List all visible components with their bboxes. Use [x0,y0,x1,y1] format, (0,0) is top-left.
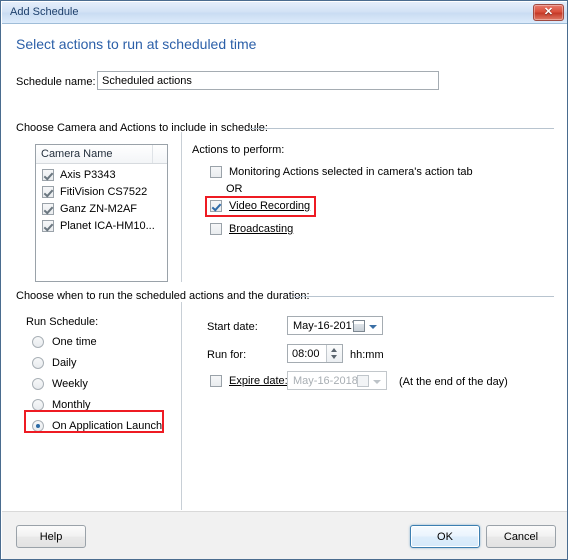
stepper-down-icon[interactable] [331,355,337,359]
camera-checkbox[interactable] [42,219,54,232]
radio-label: Weekly [52,378,88,390]
list-item[interactable]: Axis P3343 [36,166,167,183]
list-item[interactable]: Ganz ZN-M2AF [36,200,167,217]
schedule-options-separator [181,302,182,510]
expire-date-picker[interactable]: May-16-2018 [287,371,387,390]
start-date-label: Start date: [207,321,258,333]
list-item-label: Axis P3343 [60,168,116,181]
list-item[interactable]: FitiVision CS7522 [36,183,167,200]
radio-label: Daily [52,357,77,369]
title-bar: Add Schedule ✕ [2,2,567,24]
close-button[interactable]: ✕ [533,4,564,21]
broadcasting-checkbox[interactable] [210,223,222,235]
radio-on-application-launch[interactable]: On Application Launch [32,418,162,434]
run-for-stepper[interactable]: 08:00 [287,344,343,363]
camera-group-divider [248,128,554,129]
schedule-name-input[interactable] [97,71,439,90]
start-date-picker[interactable]: May-16-2017 [287,316,383,335]
expire-date-checkbox[interactable] [210,375,222,387]
close-icon: ✕ [543,6,554,18]
or-label: OR [226,183,243,195]
column-divider [152,145,153,163]
page-title: Select actions to run at scheduled time [16,36,257,52]
radio-label: On Application Launch [52,420,163,432]
help-button[interactable]: Help [16,525,86,548]
column-header-camera-name: Camera Name [41,148,113,160]
ok-button[interactable]: OK [410,525,480,548]
radio-weekly[interactable]: Weekly [32,376,88,392]
list-item-label: Ganz ZN-M2AF [60,202,138,215]
run-schedule-title: Run Schedule: [26,316,99,328]
camera-checkbox[interactable] [42,168,54,181]
radio-daily[interactable]: Daily [32,355,76,371]
camera-list-rows: Axis P3343 FitiVision CS7522 Ganz ZN-M2A… [36,164,167,234]
stepper-buttons[interactable] [326,345,342,362]
camera-group-label: Choose Camera and Actions to include in … [16,122,273,134]
run-for-value: 08:00 [292,348,320,360]
camera-checkbox[interactable] [42,185,54,198]
camera-checkbox[interactable] [42,202,54,215]
list-item[interactable]: Planet ICA-HM10... [36,217,167,234]
radio-monthly[interactable]: Monthly [32,397,91,413]
video-recording-checkbox[interactable] [210,200,222,212]
run-for-label: Run for: [207,349,246,361]
radio-label: One time [52,336,97,348]
action-label: Video Recording [229,200,311,212]
schedule-group-divider [292,296,554,297]
calendar-icon [357,375,369,387]
weekly-radio[interactable] [32,378,44,390]
calendar-icon [353,320,365,332]
radio-one-time[interactable]: One time [32,334,97,350]
monitoring-actions-checkbox[interactable] [210,166,222,178]
expire-date-note: (At the end of the day) [399,376,508,388]
list-item-label: Planet ICA-HM10... [60,219,155,232]
dialog-body: Select actions to run at scheduled time … [2,24,567,559]
daily-radio[interactable] [32,357,44,369]
action-video-recording[interactable]: Video Recording [210,198,310,214]
expire-date-toggle[interactable]: Expire date: [210,373,288,389]
window-title: Add Schedule [10,6,79,18]
add-schedule-dialog: Add Schedule ✕ Select actions to run at … [0,0,568,560]
action-broadcasting[interactable]: Broadcasting [210,221,293,237]
start-date-value: May-16-2017 [293,320,358,332]
list-item-label: FitiVision CS7522 [60,185,148,198]
listbox-header: Camera Name [36,145,167,164]
one-time-radio[interactable] [32,336,44,348]
cancel-button[interactable]: Cancel [486,525,556,548]
action-label: Broadcasting [229,223,294,235]
action-label: Monitoring Actions selected in camera's … [229,166,473,178]
run-for-units: hh:mm [350,349,384,361]
expire-date-label: Expire date: [229,375,288,387]
schedule-name-label: Schedule name: [16,76,96,88]
monthly-radio[interactable] [32,399,44,411]
stepper-up-icon[interactable] [331,348,337,352]
radio-label: Monthly [52,399,91,411]
chevron-down-icon[interactable] [373,380,381,384]
actions-title: Actions to perform: [192,144,285,156]
expire-date-value: May-16-2018 [293,375,358,387]
dialog-footer: Help OK Cancel [2,511,567,559]
on-application-launch-radio[interactable] [32,420,44,432]
camera-listbox[interactable]: Camera Name Axis P3343 FitiVision CS7522… [35,144,168,282]
start-date-label-text: Start date: [207,321,258,333]
schedule-group-label: Choose when to run the scheduled actions… [16,290,315,302]
run-for-label-text: Run for: [207,349,247,361]
action-monitoring-actions[interactable]: Monitoring Actions selected in camera's … [210,164,473,180]
camera-actions-separator [181,132,182,282]
chevron-down-icon[interactable] [369,325,377,329]
